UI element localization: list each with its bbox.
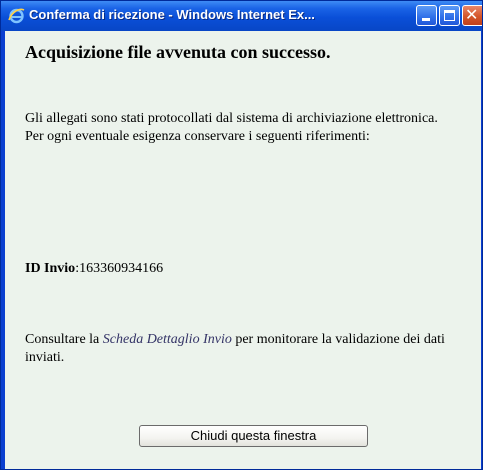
id-value: :163360934166 bbox=[75, 261, 164, 276]
dialog-content bbox=[5, 31, 481, 469]
maximize-button[interactable] bbox=[439, 5, 460, 26]
info-text-line2: Per ogni eventuale esigenza conservare i… bbox=[25, 129, 370, 144]
id-label: ID Invio bbox=[25, 261, 76, 276]
consult-prefix: Consultare la bbox=[25, 332, 103, 347]
page-heading: Acquisizione file avvenuta con successo. bbox=[25, 42, 331, 62]
window-title: Conferma di ricezione - Windows Internet… bbox=[29, 7, 315, 22]
minimize-button[interactable] bbox=[416, 5, 437, 26]
info-text-line1: Gli allegati sono stati protocollati dal… bbox=[25, 111, 438, 126]
close-button[interactable]: ✕ bbox=[462, 5, 482, 26]
scheda-dettaglio-link[interactable]: Scheda Dettaglio Invio bbox=[103, 332, 232, 347]
close-icon: ✕ bbox=[465, 5, 479, 24]
title-bar[interactable]: Conferma di ricezione - Windows Internet… bbox=[1, 1, 482, 31]
ie-icon bbox=[8, 8, 25, 24]
consult-paragraph: Consultare la Scheda Dettaglio Invio per… bbox=[25, 331, 480, 367]
browser-window: Conferma di ricezione - Windows Internet… bbox=[0, 0, 483, 470]
minimize-icon bbox=[422, 18, 430, 21]
id-row: ID Invio:163360934166 bbox=[25, 260, 480, 278]
close-window-button[interactable]: Chiudi questa finestra bbox=[139, 425, 368, 447]
maximize-icon bbox=[444, 10, 455, 21]
info-paragraph: Gli allegati sono stati protocollati dal… bbox=[25, 110, 480, 146]
